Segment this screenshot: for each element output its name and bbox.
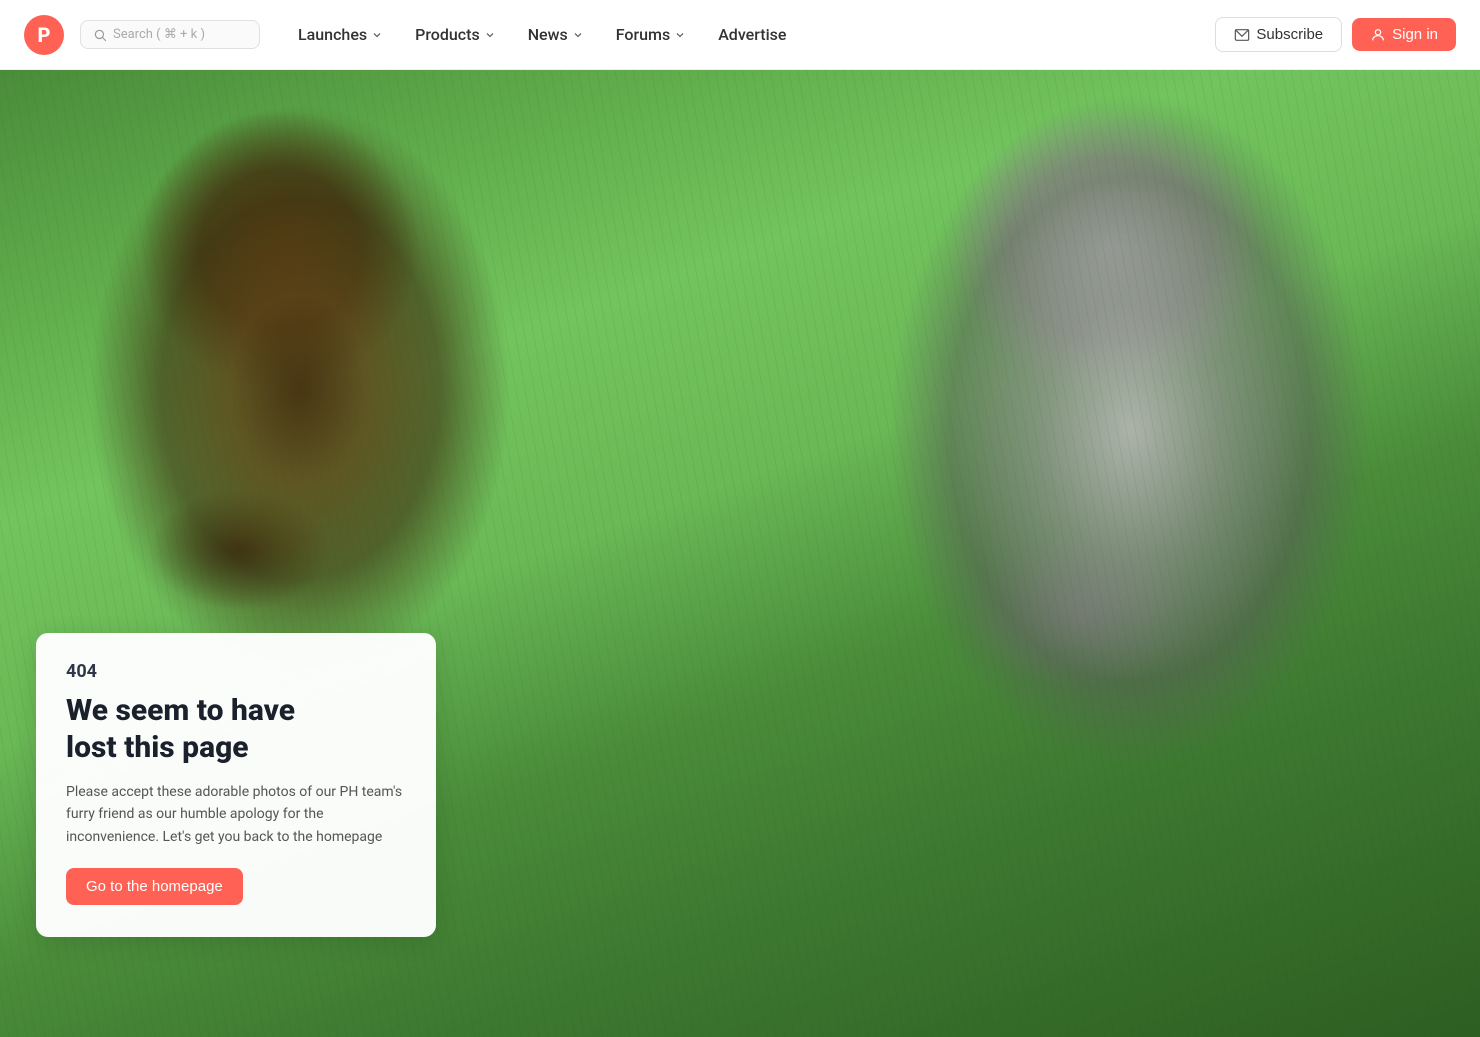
search-icon (93, 28, 107, 42)
nav-label-forums: Forums (616, 25, 670, 44)
error-title: We seem to have lost this page (66, 692, 406, 767)
nav-item-advertise[interactable]: Advertise (704, 17, 800, 52)
user-icon (1370, 27, 1386, 43)
nav-item-products[interactable]: Products (401, 17, 510, 52)
nav-item-news[interactable]: News (514, 17, 598, 52)
chevron-down-icon (371, 29, 383, 41)
nav-right: Subscribe Sign in (1215, 17, 1456, 52)
nav-label-news: News (528, 25, 568, 44)
nav-item-launches[interactable]: Launches (284, 17, 397, 52)
subscribe-button[interactable]: Subscribe (1215, 17, 1342, 52)
signin-label: Sign in (1392, 26, 1438, 43)
chevron-down-icon (674, 29, 686, 41)
signin-button[interactable]: Sign in (1352, 18, 1456, 51)
nav-links: Launches Products News Forums Advertise (284, 17, 1207, 52)
nav-label-products: Products (415, 25, 480, 44)
error-code: 404 (66, 661, 406, 682)
envelope-icon (1234, 27, 1250, 43)
error-title-line1: We seem to have (66, 693, 295, 728)
subscribe-label: Subscribe (1256, 26, 1323, 43)
nav-label-launches: Launches (298, 25, 367, 44)
go-to-homepage-button[interactable]: Go to the homepage (66, 868, 243, 905)
background-image: 404 We seem to have lost this page Pleas… (0, 70, 1480, 1037)
search-input[interactable]: Search ( ⌘ + k ) (80, 20, 260, 49)
nav-item-forums[interactable]: Forums (602, 17, 700, 52)
error-title-line2: lost this page (66, 730, 249, 765)
chevron-down-icon (572, 29, 584, 41)
error-card: 404 We seem to have lost this page Pleas… (36, 633, 436, 937)
error-description: Please accept these adorable photos of o… (66, 781, 406, 848)
search-placeholder-text: Search ( ⌘ + k ) (113, 27, 205, 42)
navbar: P Search ( ⌘ + k ) Launches Products New… (0, 0, 1480, 70)
chevron-down-icon (484, 29, 496, 41)
logo-icon[interactable]: P (24, 15, 64, 55)
nav-label-advertise: Advertise (718, 25, 786, 44)
